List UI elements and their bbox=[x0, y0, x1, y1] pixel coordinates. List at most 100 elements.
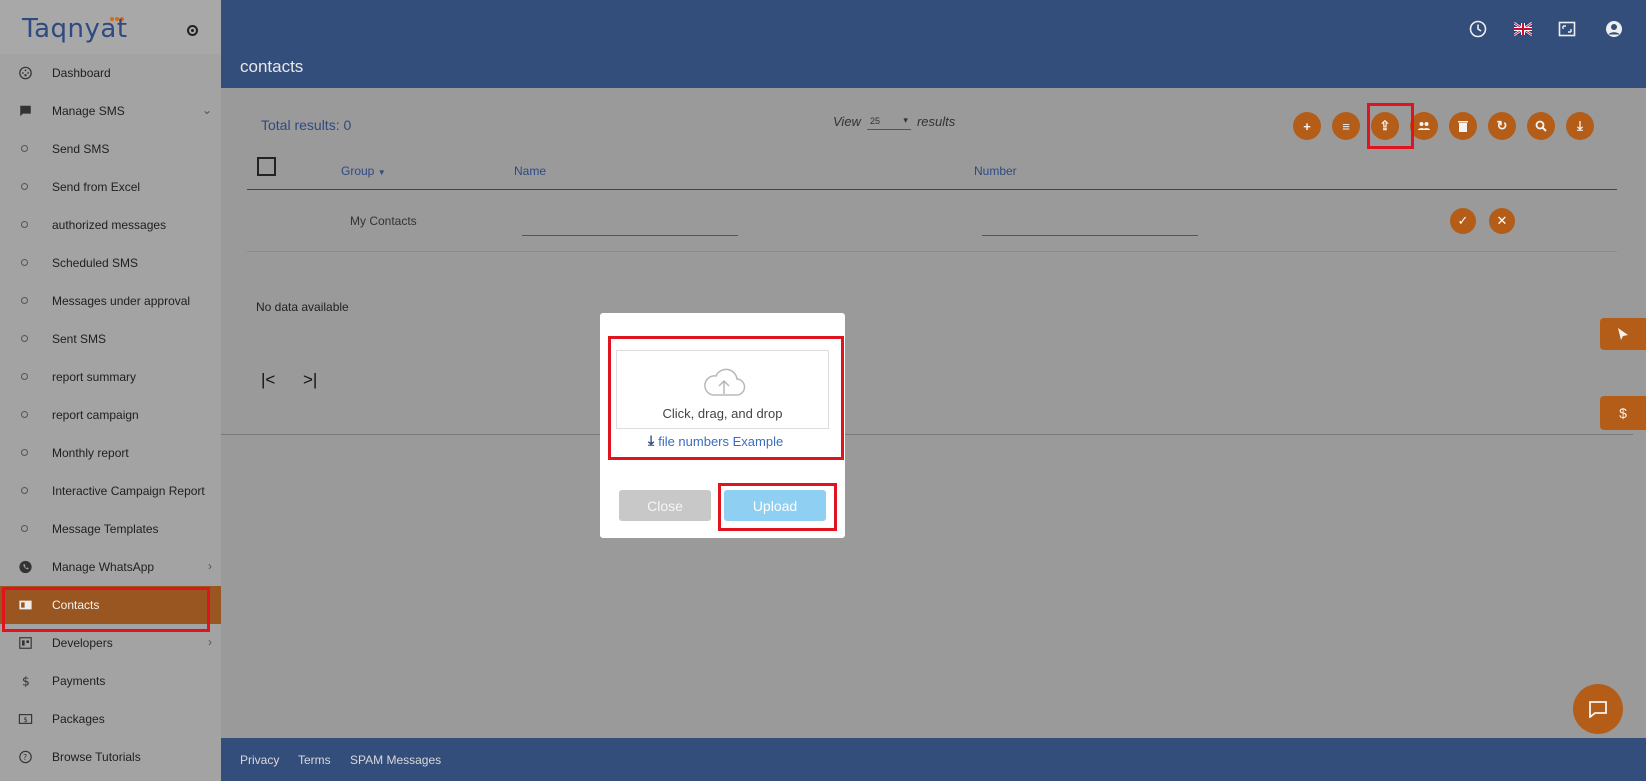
circle-icon bbox=[21, 145, 28, 152]
chat-bubble-icon bbox=[1589, 701, 1607, 718]
sidebar-item-sent-sms[interactable]: Sent SMS bbox=[0, 320, 221, 358]
column-header-name[interactable]: Name bbox=[514, 164, 546, 178]
first-page-button[interactable]: |< bbox=[261, 370, 275, 390]
chat-button[interactable] bbox=[1573, 684, 1623, 734]
close-button[interactable]: Close bbox=[619, 490, 711, 521]
column-header-number[interactable]: Number bbox=[974, 164, 1017, 178]
list-view-button[interactable]: ≡ bbox=[1332, 112, 1360, 140]
fullscreen-icon[interactable] bbox=[1558, 20, 1576, 38]
select-all-checkbox[interactable] bbox=[257, 157, 276, 176]
column-header-group[interactable]: Group ▼ bbox=[341, 164, 386, 178]
topbar: contacts bbox=[221, 0, 1646, 88]
upload-file-button[interactable]: ⇪ bbox=[1371, 112, 1399, 140]
sidebar-item-label: Messages under approval bbox=[52, 294, 191, 308]
plus-icon: + bbox=[1303, 118, 1311, 134]
side-tab-pointer[interactable] bbox=[1600, 318, 1646, 350]
sidebar-item-packages[interactable]: $ Packages bbox=[0, 700, 221, 738]
upload-modal: Click, drag, and drop ⤓ file numbers Exa… bbox=[600, 313, 845, 538]
header-divider bbox=[247, 189, 1617, 190]
sidebar-item-label: Scheduled SMS bbox=[52, 256, 139, 270]
footer: Privacy Terms SPAM Messages bbox=[221, 738, 1646, 781]
example-file-link[interactable]: ⤓ file numbers Example bbox=[648, 432, 783, 449]
developers-icon bbox=[19, 637, 32, 649]
new-row-group: My Contacts bbox=[350, 214, 417, 228]
svg-text:$: $ bbox=[22, 674, 30, 688]
footer-link-spam[interactable]: SPAM Messages bbox=[350, 753, 441, 767]
sidebar-item-developers[interactable]: Developers › bbox=[0, 624, 221, 662]
sidebar-item-monthly-report[interactable]: Monthly report bbox=[0, 434, 221, 472]
trash-icon bbox=[1458, 121, 1468, 132]
uk-flag-icon[interactable] bbox=[1514, 20, 1532, 38]
footer-link-terms[interactable]: Terms bbox=[298, 753, 331, 767]
download-button[interactable]: ⤓ bbox=[1566, 112, 1594, 140]
results-label: results bbox=[916, 113, 956, 129]
user-account-icon[interactable] bbox=[1605, 20, 1623, 38]
sidebar-item-dashboard[interactable]: Dashboard bbox=[0, 54, 221, 92]
sidebar-item-send-from-excel[interactable]: Send from Excel bbox=[0, 168, 221, 206]
circle-icon bbox=[21, 449, 28, 456]
confirm-row-button[interactable]: ✓ bbox=[1450, 208, 1476, 234]
side-tab-pricing[interactable]: $ bbox=[1600, 396, 1646, 430]
sidebar-item-label: Browse Tutorials bbox=[52, 750, 141, 764]
sidebar-item-label: authorized messages bbox=[52, 218, 167, 232]
sidebar-item-scheduled-sms[interactable]: Scheduled SMS bbox=[0, 244, 221, 282]
check-icon: ✓ bbox=[1457, 213, 1469, 228]
page-size-select[interactable]: 25 ▾ bbox=[866, 112, 911, 130]
pin-sidebar-icon[interactable] bbox=[187, 25, 198, 36]
last-page-button[interactable]: >| bbox=[303, 370, 317, 390]
sidebar-item-interactive-campaign-report[interactable]: Interactive Campaign Report bbox=[0, 472, 221, 510]
cancel-row-button[interactable]: ✕ bbox=[1489, 208, 1515, 234]
no-data-message: No data available bbox=[256, 300, 349, 314]
sidebar-item-send-sms[interactable]: Send SMS bbox=[0, 130, 221, 168]
logo[interactable]: Taqnyat bbox=[22, 14, 128, 44]
file-dropzone[interactable]: Click, drag, and drop bbox=[616, 350, 829, 429]
sidebar-item-payments[interactable]: $ Payments bbox=[0, 662, 221, 700]
card-bottom-divider bbox=[221, 434, 1633, 435]
sidebar-item-manage-sms[interactable]: Manage SMS ⌄ bbox=[0, 92, 221, 130]
circle-icon bbox=[21, 335, 28, 342]
svg-text:?: ? bbox=[23, 753, 27, 762]
delete-button[interactable] bbox=[1449, 112, 1477, 140]
sidebar-item-label: Monthly report bbox=[52, 446, 129, 460]
svg-text:$: $ bbox=[23, 716, 27, 724]
row-divider bbox=[247, 251, 1617, 252]
sidebar-item-label: Message Templates bbox=[52, 522, 159, 536]
search-icon bbox=[1535, 120, 1547, 132]
search-button[interactable] bbox=[1527, 112, 1555, 140]
number-input[interactable] bbox=[982, 235, 1198, 236]
close-icon: ✕ bbox=[1496, 213, 1508, 228]
refresh-button[interactable]: ↻ bbox=[1488, 112, 1516, 140]
sort-down-icon: ▼ bbox=[377, 168, 386, 177]
sidebar-item-manage-whatsapp[interactable]: Manage WhatsApp › bbox=[0, 548, 221, 586]
chevron-down-icon: ▾ bbox=[903, 115, 908, 125]
sidebar-item-browse-tutorials[interactable]: ? Browse Tutorials bbox=[0, 738, 221, 776]
upload-icon: ⇪ bbox=[1379, 118, 1391, 133]
sidebar-item-label: Send SMS bbox=[52, 142, 110, 156]
sidebar-item-label: Dashboard bbox=[52, 66, 111, 80]
clock-icon[interactable] bbox=[1469, 20, 1487, 38]
example-link-label: file numbers Example bbox=[658, 434, 784, 449]
chevron-down-icon: ⌄ bbox=[201, 103, 212, 117]
dollar-icon: $ bbox=[22, 674, 30, 688]
name-input[interactable] bbox=[522, 235, 738, 236]
sidebar-item-messages-under-approval[interactable]: Messages under approval bbox=[0, 282, 221, 320]
sidebar-item-report-campaign[interactable]: report campaign bbox=[0, 396, 221, 434]
cloud-upload-icon bbox=[704, 368, 746, 396]
sidebar: Taqnyat Dashboard Manage SMS ⌄ Send SMS … bbox=[0, 0, 221, 781]
page-size-value: 25 bbox=[869, 115, 880, 126]
circle-icon bbox=[21, 297, 28, 304]
upload-button[interactable]: Upload bbox=[724, 490, 826, 521]
people-icon bbox=[1418, 122, 1430, 130]
sidebar-item-contacts[interactable]: Contacts bbox=[0, 586, 221, 624]
sidebar-item-authorized-messages[interactable]: authorized messages bbox=[0, 206, 221, 244]
circle-icon bbox=[21, 259, 28, 266]
add-contact-button[interactable]: + bbox=[1293, 112, 1321, 140]
download-icon: ⤓ bbox=[648, 432, 655, 448]
circle-icon bbox=[21, 221, 28, 228]
sidebar-item-message-templates[interactable]: Message Templates bbox=[0, 510, 221, 548]
groups-button[interactable] bbox=[1410, 112, 1438, 140]
footer-link-privacy[interactable]: Privacy bbox=[240, 753, 279, 767]
sidebar-item-report-summary[interactable]: report summary bbox=[0, 358, 221, 396]
dashboard-icon bbox=[19, 66, 32, 80]
sidebar-item-label: report summary bbox=[52, 370, 137, 384]
